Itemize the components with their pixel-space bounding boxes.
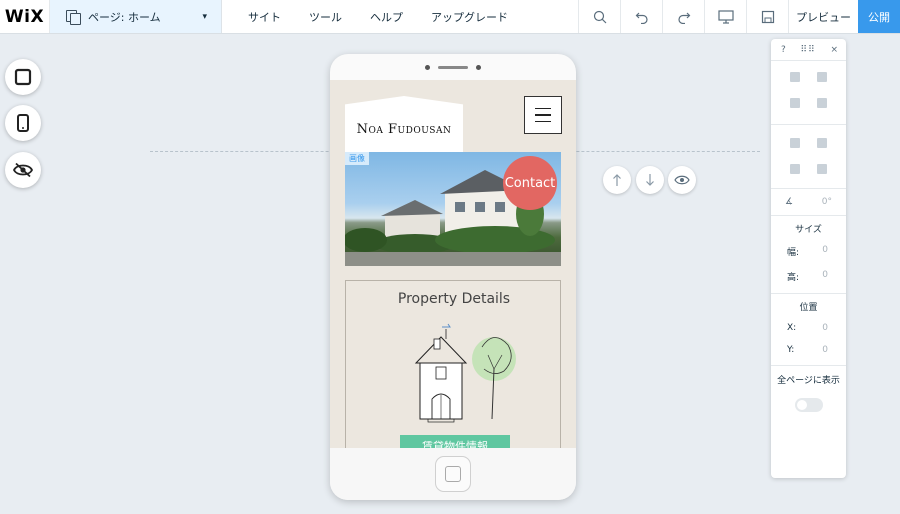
hero-image[interactable]: 画像 Contact bbox=[345, 152, 561, 266]
panel-row-arrange bbox=[771, 125, 846, 156]
y-label: Y: bbox=[787, 345, 795, 355]
page-selector[interactable]: ページ: ホーム ▾ bbox=[50, 0, 222, 33]
arrow-up-icon bbox=[613, 174, 621, 186]
show-all-pages-label: 全ページに表示 bbox=[777, 376, 840, 386]
panel-row-distribute bbox=[771, 156, 846, 182]
size-label: サイズ bbox=[795, 225, 822, 235]
center-align-icon[interactable] bbox=[789, 163, 801, 175]
eye-hidden-icon bbox=[13, 162, 33, 178]
panel-row-duplicate bbox=[771, 90, 846, 116]
zoom-icon bbox=[593, 10, 606, 23]
hide-element-button[interactable] bbox=[668, 166, 696, 194]
image-tag: 画像 bbox=[345, 152, 369, 165]
publish-button[interactable]: 公開 bbox=[858, 0, 900, 33]
rotate-icon[interactable]: ∡ bbox=[785, 197, 793, 207]
rotation-row: ∡ 0° bbox=[771, 189, 846, 215]
redo-button[interactable] bbox=[662, 0, 704, 33]
speaker-icon bbox=[438, 65, 468, 69]
rotation-value[interactable]: 0° bbox=[822, 197, 832, 207]
width-label: 幅: bbox=[787, 248, 800, 258]
menu-line bbox=[535, 114, 551, 116]
phone-bottom-bar bbox=[330, 448, 576, 500]
x-row: X: 0 bbox=[771, 317, 846, 339]
height-label: 高: bbox=[787, 273, 800, 283]
y-input[interactable]: 0 bbox=[822, 345, 828, 355]
menu-help[interactable]: ヘルプ bbox=[356, 9, 417, 25]
home-square-icon bbox=[445, 466, 461, 482]
distribute-icon[interactable] bbox=[816, 163, 828, 175]
pages-icon bbox=[66, 9, 81, 25]
move-down-button[interactable] bbox=[636, 166, 664, 194]
menu-site[interactable]: サイト bbox=[234, 9, 295, 25]
editor-topbar: WiX ページ: ホーム ▾ サイト ツール ヘルプ アップグレード プレビュー… bbox=[0, 0, 900, 34]
desktop-icon bbox=[717, 9, 734, 24]
wix-logo[interactable]: WiX bbox=[0, 0, 50, 33]
height-row: 高: 0 bbox=[771, 264, 846, 289]
duplicate-icon[interactable] bbox=[789, 97, 801, 109]
site-logo[interactable]: Noa Fudousan bbox=[345, 96, 463, 152]
undo-button[interactable] bbox=[620, 0, 662, 33]
layout-toolbar-panel: ? ⠿⠿ × ∡ 0° サイズ 幅: 0 高: 0 位置 X: 0 Y: 0 全… bbox=[771, 39, 846, 478]
menu-line bbox=[535, 120, 551, 123]
panel-header: ? ⠿⠿ × bbox=[771, 39, 846, 61]
zoom-button[interactable] bbox=[578, 0, 620, 33]
sensor-dot bbox=[476, 64, 481, 70]
align-icon[interactable] bbox=[816, 137, 828, 149]
home-button bbox=[435, 456, 471, 492]
top-menu: サイト ツール ヘルプ アップグレード bbox=[222, 0, 522, 33]
details-title: Property Details bbox=[397, 291, 511, 307]
preview-button[interactable]: プレビュー bbox=[788, 0, 858, 33]
paste-icon[interactable] bbox=[816, 71, 828, 83]
save-icon bbox=[761, 10, 774, 23]
save-button[interactable] bbox=[746, 0, 788, 33]
page-selector-label: ページ: ホーム bbox=[88, 10, 161, 24]
arrange-icon[interactable] bbox=[789, 137, 801, 149]
drag-handle-icon[interactable]: ⠿⠿ bbox=[801, 45, 816, 55]
desktop-layout-button[interactable] bbox=[5, 59, 41, 95]
phone-top-bar bbox=[330, 54, 576, 80]
menu-tools[interactable]: ツール bbox=[295, 9, 356, 25]
delete-icon[interactable] bbox=[816, 97, 828, 109]
menu-upgrade[interactable]: アップグレード bbox=[417, 9, 522, 25]
height-input[interactable]: 0 bbox=[822, 270, 828, 283]
house-illustration bbox=[414, 323, 516, 423]
redo-icon bbox=[677, 12, 690, 24]
x-label: X: bbox=[787, 323, 797, 333]
menu-line bbox=[535, 107, 551, 110]
width-input[interactable]: 0 bbox=[822, 245, 828, 258]
square-frame-icon bbox=[14, 68, 32, 86]
rental-info-button[interactable]: 賃貸物件情報 bbox=[400, 435, 510, 448]
close-icon[interactable]: × bbox=[830, 45, 838, 55]
undo-icon bbox=[635, 12, 648, 24]
chevron-down-icon: ▾ bbox=[202, 11, 207, 22]
property-details-section[interactable]: Property Details 賃貸物件情報 bbox=[345, 280, 561, 448]
copy-icon[interactable] bbox=[789, 71, 801, 83]
move-up-button[interactable] bbox=[603, 166, 631, 194]
mobile-layout-button[interactable] bbox=[5, 105, 41, 141]
mobile-icon bbox=[17, 114, 29, 132]
mobile-preview-frame: Noa Fudousan 画像 Contact Property Details… bbox=[330, 54, 576, 500]
x-input[interactable]: 0 bbox=[822, 323, 828, 333]
hamburger-menu-button[interactable] bbox=[524, 96, 562, 134]
arrow-down-icon bbox=[646, 174, 654, 186]
desktop-view-button[interactable] bbox=[704, 0, 746, 33]
position-label: 位置 bbox=[799, 303, 818, 313]
camera-dot bbox=[425, 64, 430, 70]
topbar-tools: プレビュー 公開 bbox=[578, 0, 900, 33]
help-icon[interactable]: ? bbox=[781, 45, 786, 55]
hidden-elements-button[interactable] bbox=[5, 152, 41, 188]
mobile-screen: Noa Fudousan 画像 Contact Property Details… bbox=[330, 80, 576, 448]
panel-row-copy bbox=[771, 61, 846, 90]
eye-icon bbox=[674, 175, 690, 185]
width-row: 幅: 0 bbox=[771, 239, 846, 264]
y-row: Y: 0 bbox=[771, 339, 846, 361]
show-all-pages-toggle[interactable] bbox=[794, 398, 823, 412]
contact-button[interactable]: Contact bbox=[503, 156, 557, 210]
